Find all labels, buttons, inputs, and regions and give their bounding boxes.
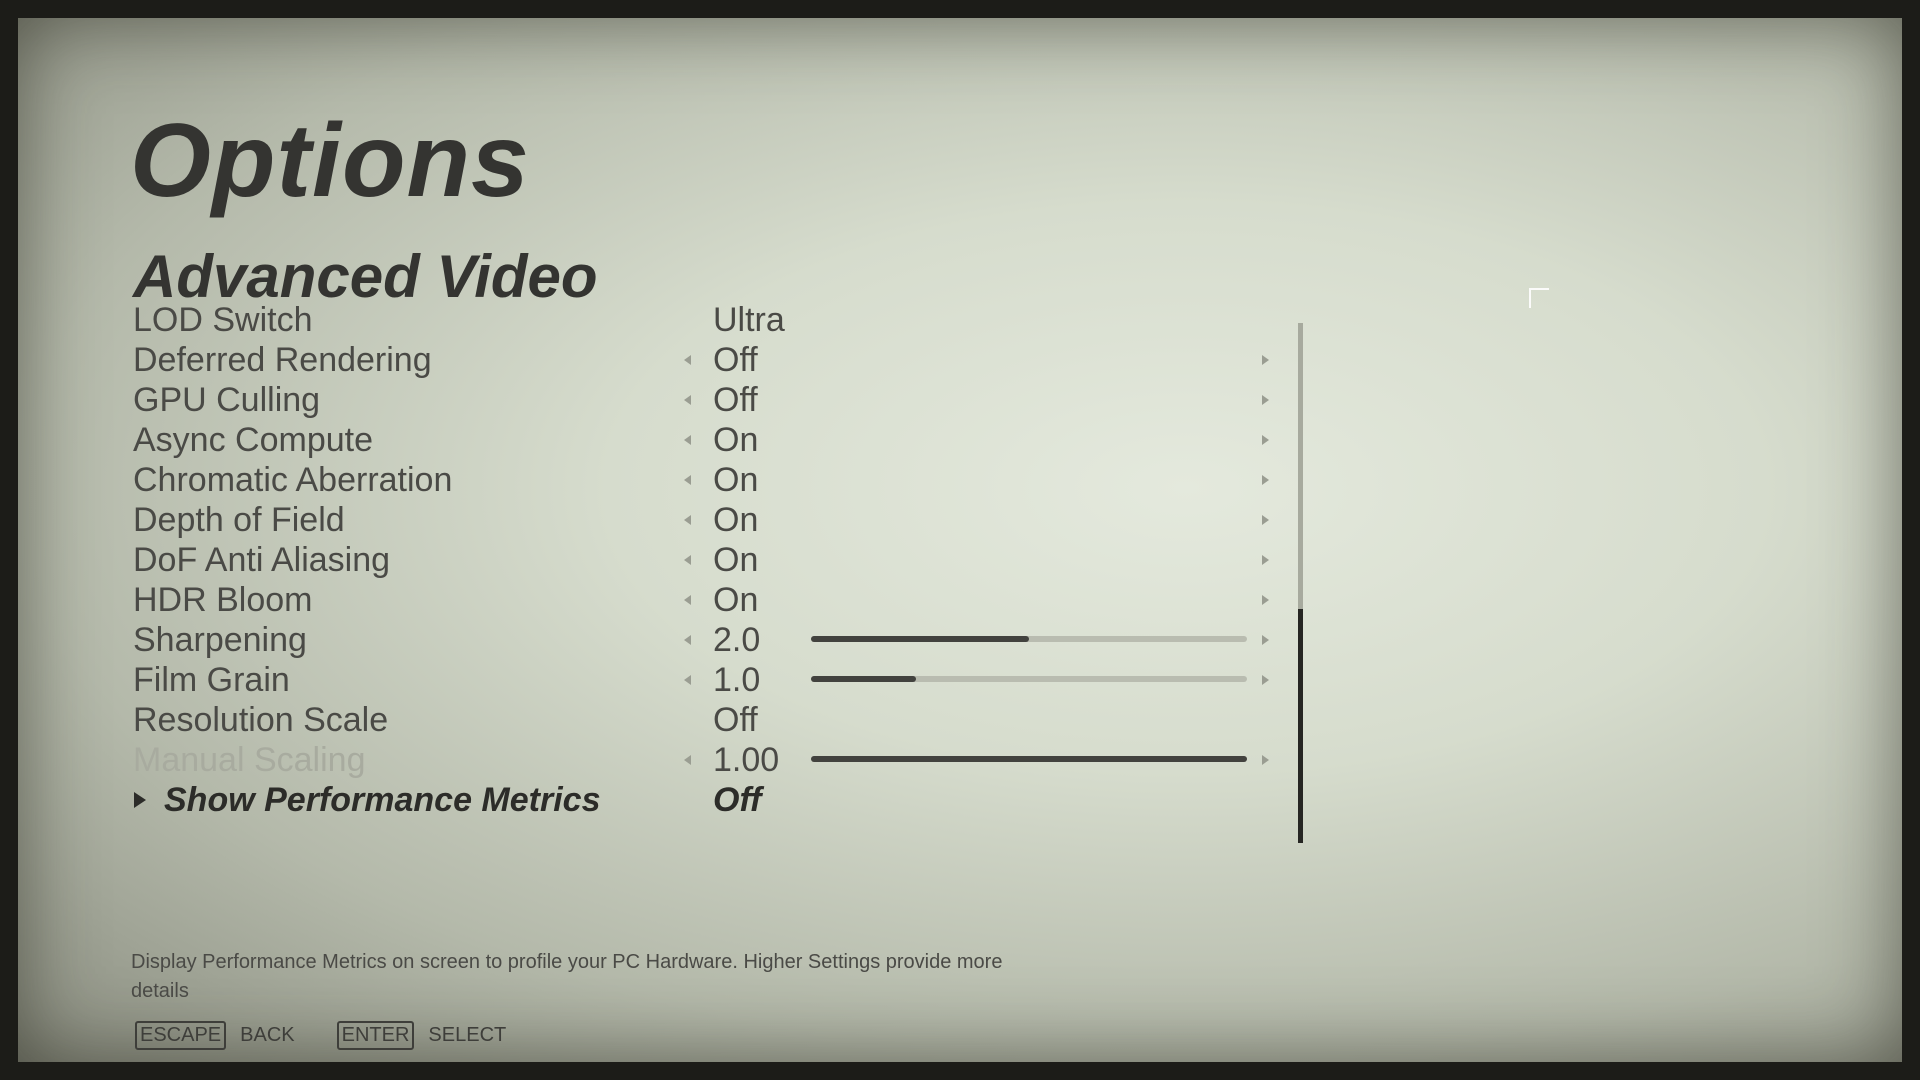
setting-value: On <box>713 501 759 539</box>
setting-row[interactable]: DoF Anti Aliasing On <box>18 540 1318 580</box>
arrow-right-icon[interactable] <box>1262 435 1269 445</box>
setting-label: Deferred Rendering <box>133 341 432 379</box>
arrow-right-icon[interactable] <box>1262 515 1269 525</box>
setting-label: Manual Scaling <box>133 741 366 779</box>
setting-label: GPU Culling <box>133 381 321 419</box>
arrow-right-icon[interactable] <box>1262 675 1269 685</box>
setting-label: HDR Bloom <box>133 581 313 619</box>
back-action[interactable]: BACK <box>240 1024 294 1047</box>
help-text: Display Performance Metrics on screen to… <box>131 951 1003 1002</box>
scrollbar-thumb[interactable] <box>1298 609 1303 843</box>
selection-pointer-icon <box>134 792 146 808</box>
setting-row[interactable]: LOD Switch Ultra <box>18 300 1318 340</box>
arrow-left-icon[interactable] <box>684 555 691 565</box>
scrollbar[interactable] <box>1298 323 1303 843</box>
setting-row[interactable]: HDR Bloom On <box>18 580 1318 620</box>
page-title: Options <box>130 103 530 219</box>
slider-fill <box>811 676 916 682</box>
arrow-left-icon[interactable] <box>684 635 691 645</box>
setting-value: Off <box>713 701 758 739</box>
arrow-right-icon[interactable] <box>1262 595 1269 605</box>
setting-row[interactable]: Async Compute On <box>18 420 1318 460</box>
arrow-right-icon[interactable] <box>1262 475 1269 485</box>
setting-slider[interactable] <box>811 756 1247 762</box>
setting-value: Off <box>713 381 758 419</box>
arrow-left-icon[interactable] <box>684 755 691 765</box>
setting-value: On <box>713 581 759 619</box>
setting-row[interactable]: Chromatic Aberration On <box>18 460 1318 500</box>
arrow-left-icon[interactable] <box>684 395 691 405</box>
select-action[interactable]: SELECT <box>428 1024 506 1047</box>
options-screen: Options Advanced Video LOD Switch Ultra De… <box>18 18 1902 1062</box>
setting-label: Chromatic Aberration <box>133 461 453 499</box>
corner-bracket-icon <box>1529 288 1549 308</box>
arrow-left-icon[interactable] <box>684 435 691 445</box>
setting-label: Depth of Field <box>133 501 345 539</box>
setting-slider[interactable] <box>811 636 1247 642</box>
setting-label: Async Compute <box>133 421 373 459</box>
arrow-left-icon[interactable] <box>684 595 691 605</box>
setting-row[interactable]: Film Grain 1.0 <box>18 660 1318 700</box>
arrow-right-icon[interactable] <box>1262 755 1269 765</box>
setting-label: Film Grain <box>133 661 290 699</box>
setting-value: On <box>713 461 759 499</box>
escape-key-hint[interactable]: ESCAPE <box>135 1021 227 1050</box>
control-hints: ESCAPE BACK ENTER SELECT <box>135 1021 548 1050</box>
setting-row[interactable]: Deferred Rendering Off <box>18 340 1318 380</box>
arrow-left-icon[interactable] <box>684 675 691 685</box>
arrow-right-icon[interactable] <box>1262 635 1269 645</box>
setting-value: 1.00 <box>713 741 780 779</box>
arrow-left-icon[interactable] <box>684 515 691 525</box>
arrow-left-icon[interactable] <box>684 355 691 365</box>
setting-slider[interactable] <box>811 676 1247 682</box>
setting-value: 1.0 <box>713 661 761 699</box>
setting-label: DoF Anti Aliasing <box>133 541 391 579</box>
setting-value: Off <box>713 781 762 819</box>
setting-value: Ultra <box>713 301 785 339</box>
setting-label: LOD Switch <box>133 301 313 339</box>
arrow-left-icon[interactable] <box>684 475 691 485</box>
arrow-right-icon[interactable] <box>1262 355 1269 365</box>
setting-row[interactable]: Manual Scaling 1.00 <box>18 740 1318 780</box>
setting-row[interactable]: GPU Culling Off <box>18 380 1318 420</box>
setting-label: Show Performance Metrics <box>164 781 601 819</box>
setting-label: Sharpening <box>133 621 307 659</box>
setting-value: 2.0 <box>713 621 761 659</box>
setting-value: Off <box>713 341 758 379</box>
setting-row[interactable]: Show Performance Metrics Off <box>18 780 1318 820</box>
slider-fill <box>811 756 1247 762</box>
enter-key-hint[interactable]: ENTER <box>336 1021 415 1050</box>
setting-row[interactable]: Sharpening 2.0 <box>18 620 1318 660</box>
setting-value: On <box>713 541 759 579</box>
slider-fill <box>811 636 1029 642</box>
setting-row[interactable]: Depth of Field On <box>18 500 1318 540</box>
arrow-right-icon[interactable] <box>1262 395 1269 405</box>
setting-label: Resolution Scale <box>133 701 389 739</box>
arrow-right-icon[interactable] <box>1262 555 1269 565</box>
setting-value: On <box>713 421 759 459</box>
setting-row[interactable]: Resolution Scale Off <box>18 700 1318 740</box>
